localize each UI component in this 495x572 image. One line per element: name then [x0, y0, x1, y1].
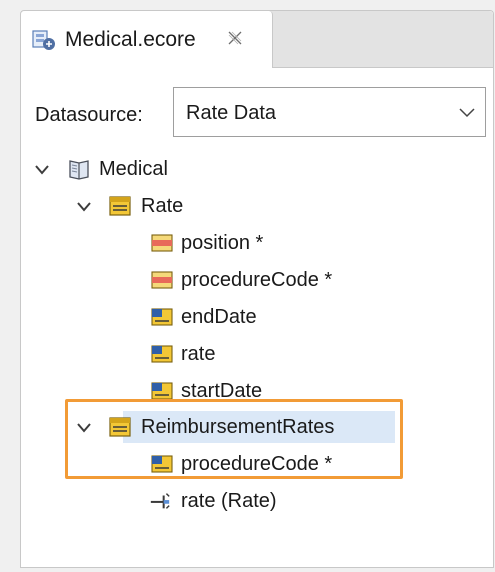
- key-attribute-icon: [151, 271, 173, 289]
- tree-item-rate[interactable]: rate: [181, 342, 215, 366]
- ecore-model-icon: [32, 30, 55, 50]
- package-icon: [69, 160, 89, 180]
- datasource-value: Rate Data: [186, 102, 277, 124]
- datasource-label: Datasource:: [35, 104, 143, 126]
- tree-item-rate-reference[interactable]: rate (Rate): [181, 489, 277, 513]
- tab-medical-ecore[interactable]: Medical.ecore: [21, 11, 273, 68]
- tree-item-procedure-code[interactable]: procedureCode *: [181, 268, 332, 292]
- editor-panel: Medical.ecore Datasource: Rate Data Medi…: [20, 10, 494, 568]
- attribute-icon: [151, 345, 173, 363]
- tab-strip: Medical.ecore: [21, 11, 493, 68]
- chevron-down-icon[interactable]: [34, 164, 50, 176]
- chevron-down-icon: [459, 108, 475, 118]
- tree-item-medical[interactable]: Medical: [99, 157, 168, 181]
- highlight-box: [65, 399, 403, 479]
- chevron-down-icon[interactable]: [76, 201, 92, 213]
- attribute-icon: [151, 308, 173, 326]
- tree-item-end-date[interactable]: endDate: [181, 305, 257, 329]
- tree-item-rate-class[interactable]: Rate: [141, 194, 183, 218]
- tree-item-position[interactable]: position *: [181, 231, 263, 255]
- datasource-select[interactable]: Rate Data: [173, 87, 486, 137]
- class-icon: [109, 196, 131, 216]
- tab-label: Medical.ecore: [65, 28, 196, 51]
- key-attribute-icon: [151, 234, 173, 252]
- close-tab-icon[interactable]: [226, 29, 244, 47]
- reference-icon: [150, 493, 170, 509]
